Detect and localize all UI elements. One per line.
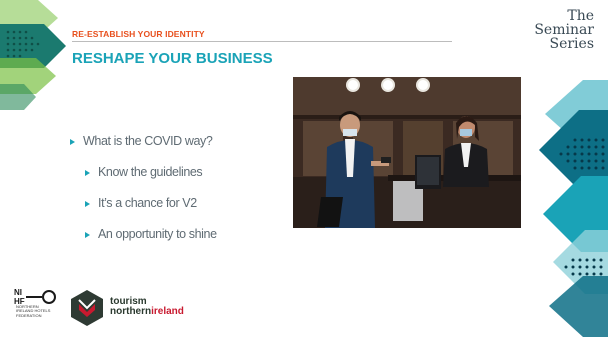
triangle-bullet-icon bbox=[85, 170, 90, 176]
decorative-chevrons-right bbox=[539, 80, 608, 337]
bullet-item: An opportunity to shine bbox=[70, 227, 217, 258]
svg-text:NI: NI bbox=[14, 288, 22, 297]
tourism-ni-wordmark: tourism northernireland bbox=[110, 297, 184, 317]
bullet-text: What is the COVID way? bbox=[83, 134, 213, 148]
triangle-bullet-icon bbox=[85, 201, 90, 207]
bullet-text: Know the guidelines bbox=[98, 165, 203, 179]
tourism-line-2b: ireland bbox=[151, 306, 184, 317]
slide-title: RESHAPE YOUR BUSINESS bbox=[72, 50, 273, 67]
brand-line-1: The bbox=[567, 8, 594, 24]
bullet-list: What is the COVID way? Know the guidelin… bbox=[70, 134, 217, 258]
triangle-bullet-icon bbox=[85, 232, 90, 238]
bullet-text: It’s a chance for V2 bbox=[98, 196, 197, 210]
tourism-line-2a: northern bbox=[110, 306, 152, 317]
slide: RE-ESTABLISH YOUR IDENTITY RESHAPE YOUR … bbox=[0, 0, 608, 337]
decorative-chevrons-top-left bbox=[0, 0, 66, 110]
bullet-item: Know the guidelines bbox=[70, 165, 217, 196]
hotel-reception-photo bbox=[293, 77, 521, 228]
brand-line-2: Seminar bbox=[534, 22, 594, 38]
header-divider bbox=[72, 41, 452, 42]
nihf-name: NORTHERN IRELAND HOTELS FEDERATION bbox=[16, 304, 51, 318]
seminar-series-logo: The Seminar Series bbox=[534, 9, 594, 51]
bullet-text: An opportunity to shine bbox=[98, 227, 217, 241]
brand-line-3: Series bbox=[549, 36, 594, 52]
bullet-item: It’s a chance for V2 bbox=[70, 196, 217, 227]
nihf-logo: NI HF bbox=[14, 288, 56, 305]
bullet-item: What is the COVID way? bbox=[70, 134, 217, 165]
tourism-ni-badge-icon bbox=[71, 290, 103, 326]
triangle-bullet-icon bbox=[70, 139, 75, 145]
slide-eyebrow: RE-ESTABLISH YOUR IDENTITY bbox=[72, 29, 205, 39]
